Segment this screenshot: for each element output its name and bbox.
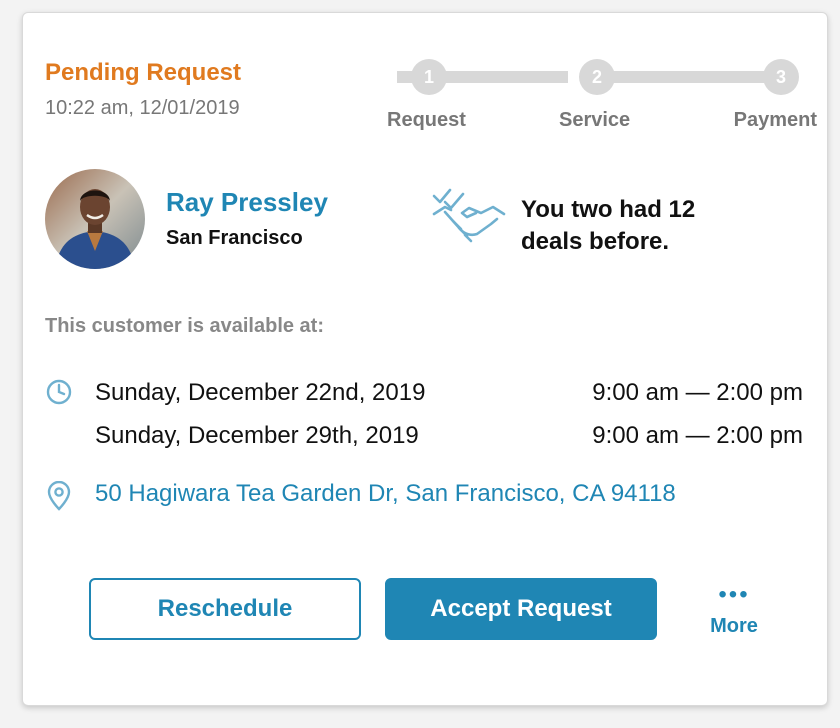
deals-history: You two had 12 deals before. bbox=[521, 196, 696, 255]
step-label-service: Service bbox=[559, 109, 631, 131]
availability-time-1: 9:00 am — 2:00 pm bbox=[592, 379, 803, 406]
more-label: More bbox=[710, 615, 758, 637]
progress-stepper: 1 2 3 Request Service Payment bbox=[361, 59, 817, 139]
availability-date-2: Sunday, December 29th, 2019 bbox=[95, 422, 419, 449]
more-button[interactable]: ••• More bbox=[699, 581, 769, 643]
customer-city: San Francisco bbox=[166, 227, 303, 249]
more-dots-icon: ••• bbox=[718, 581, 750, 608]
stepper-track-2 bbox=[604, 71, 775, 83]
availability-date-1: Sunday, December 22nd, 2019 bbox=[95, 379, 426, 406]
step-label-payment: Payment bbox=[733, 109, 817, 131]
avatar-image bbox=[45, 169, 145, 269]
step-dot-request: 1 bbox=[411, 59, 447, 95]
step-label-request: Request bbox=[387, 109, 466, 131]
customer-avatar bbox=[45, 169, 145, 269]
accept-request-button[interactable]: Accept Request bbox=[385, 578, 657, 640]
step-dot-payment: 3 bbox=[763, 59, 799, 95]
request-card: Pending Request 10:22 am, 12/01/2019 1 2… bbox=[22, 12, 828, 706]
reschedule-button[interactable]: Reschedule bbox=[89, 578, 361, 640]
availability-time-2: 9:00 am — 2:00 pm bbox=[592, 422, 803, 449]
location-pin-icon bbox=[45, 480, 73, 511]
handshake-icon bbox=[431, 186, 507, 254]
request-status: Pending Request bbox=[45, 59, 242, 86]
availability-label: This customer is available at: bbox=[45, 315, 324, 337]
customer-name[interactable]: Ray Pressley bbox=[166, 187, 328, 218]
step-dot-service: 2 bbox=[579, 59, 615, 95]
request-timestamp: 10:22 am, 12/01/2019 bbox=[45, 97, 240, 119]
location-address[interactable]: 50 Hagiwara Tea Garden Dr, San Francisco… bbox=[95, 480, 676, 508]
clock-icon bbox=[45, 378, 73, 406]
